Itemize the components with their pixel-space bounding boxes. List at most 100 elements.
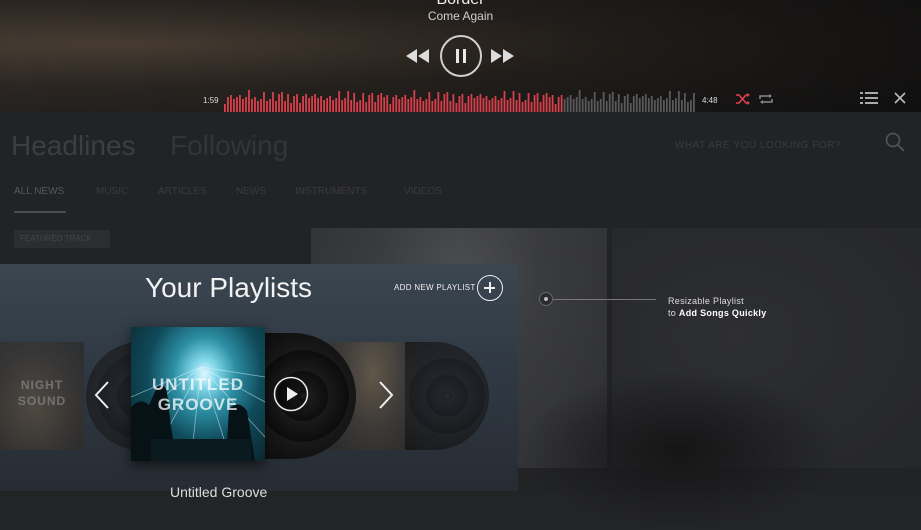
subtab-news[interactable]: NEWS <box>236 186 266 197</box>
waveform-bar <box>320 96 322 112</box>
waveform-bar <box>518 93 521 112</box>
playlists-heading: Your Playlists <box>145 272 313 303</box>
waveform-bar <box>644 94 647 112</box>
playback-controls <box>406 35 516 77</box>
waveform-bar <box>329 96 332 112</box>
carousel-next-button[interactable] <box>376 380 396 415</box>
cover-title: SOUND <box>17 394 67 408</box>
waveform-bar <box>440 101 443 112</box>
waveform-bar <box>326 98 329 112</box>
waveform-bar <box>632 96 635 112</box>
close-player-button[interactable] <box>894 91 906 109</box>
waveform-bar <box>473 98 476 112</box>
play-icon <box>273 376 309 412</box>
waveform-bar <box>602 92 605 112</box>
search-button[interactable] <box>885 132 905 157</box>
waveform-bar <box>593 92 596 112</box>
waveform-bar <box>371 93 374 112</box>
waveform-bar <box>266 101 268 112</box>
waveform-bar <box>377 95 380 112</box>
waveform-bar <box>398 99 401 112</box>
waveform-bar <box>392 97 395 112</box>
waveform-bar <box>626 94 629 112</box>
track-title: Border <box>0 0 921 9</box>
waveform-bar <box>410 97 413 112</box>
shuffle-button[interactable] <box>736 92 750 110</box>
waveform-seekbar[interactable] <box>224 90 696 112</box>
waveform-bar <box>362 93 365 112</box>
waveform-bar <box>416 99 419 112</box>
playlist-cover-previous[interactable]: NIGHT SOUND <box>0 342 84 450</box>
add-playlist-label[interactable]: ADD NEW PLAYLIST <box>394 283 476 292</box>
chevron-left-icon <box>94 381 109 409</box>
featured-track-badge: FEATURED TRACK <box>14 230 110 248</box>
waveform-bar <box>296 94 298 112</box>
play-playlist-button[interactable] <box>273 376 309 417</box>
waveform-bar <box>530 102 533 112</box>
waveform-bar <box>317 98 319 112</box>
playlist-cover-current[interactable]: UNTITLED GROOVE <box>131 327 265 461</box>
waveform-bar <box>692 93 695 112</box>
rewind-icon <box>406 49 429 63</box>
waveform-bar <box>422 101 425 112</box>
cover-title: UNTITLED <box>151 375 245 394</box>
waveform-bar <box>383 97 386 112</box>
vinyl-record <box>405 342 489 450</box>
player-bar: Border Come Again 1:59 4:48 <box>0 0 921 112</box>
waveform-bar <box>338 91 341 112</box>
callout-line1: Resizable Playlist <box>668 296 744 306</box>
waveform-bar <box>545 93 548 112</box>
waveform-bar <box>599 99 602 112</box>
waveform-bar <box>230 95 232 112</box>
subtab-articles[interactable]: ARTICLES <box>158 186 207 197</box>
waveform-bar <box>680 100 683 112</box>
repeat-button[interactable] <box>759 92 773 110</box>
subtab-music[interactable]: MUSIC <box>96 186 128 197</box>
tab-headlines[interactable]: Headlines <box>11 130 136 162</box>
waveform-bar <box>308 98 310 112</box>
waveform-bar <box>689 100 692 112</box>
waveform-bar <box>290 103 292 112</box>
waveform-bar <box>350 100 353 112</box>
subtab-all-news[interactable]: ALL NEWS <box>14 186 64 197</box>
waveform-bar <box>356 102 359 112</box>
waveform-bar <box>236 97 238 112</box>
pause-button[interactable] <box>440 35 482 77</box>
waveform-bar <box>368 95 371 112</box>
previous-button[interactable] <box>406 35 430 77</box>
queue-button[interactable] <box>860 91 878 110</box>
waveform-bar <box>302 96 304 112</box>
tab-following[interactable]: Following <box>170 130 288 162</box>
waveform-bar <box>263 92 265 112</box>
waveform-bar <box>590 99 593 112</box>
waveform-bar <box>260 99 262 112</box>
waveform-bar <box>395 95 398 112</box>
callout-line <box>546 299 656 300</box>
waveform-bar <box>482 98 485 112</box>
waveform-bar <box>458 96 461 112</box>
subtab-instruments[interactable]: INSTRUMENTS <box>295 186 367 197</box>
search-input[interactable]: WHAT ARE YOU LOOKING FOR? <box>675 140 841 151</box>
callout-bold: Add Songs Quickly <box>678 308 767 318</box>
waveform-bar <box>662 100 665 112</box>
waveform-bar <box>389 104 392 112</box>
callout-prefix: to <box>668 308 679 318</box>
waveform-bar <box>614 101 617 112</box>
waveform-bar <box>314 94 316 112</box>
waveform-bar <box>665 98 668 112</box>
search-icon <box>885 132 905 152</box>
waveform-bar <box>470 94 473 112</box>
waveform-bar <box>248 90 250 112</box>
carousel-prev-button[interactable] <box>92 380 112 415</box>
next-button[interactable] <box>490 35 514 77</box>
waveform-bar <box>386 95 389 112</box>
waveform-bar <box>497 100 500 112</box>
waveform-bar <box>638 98 641 112</box>
repeat-icon <box>759 94 773 104</box>
waveform-bar <box>485 96 488 112</box>
subtab-videos[interactable]: VIDEOS <box>404 186 442 197</box>
waveform-bar <box>488 100 491 112</box>
waveform-bar <box>464 103 467 112</box>
add-playlist-button[interactable] <box>477 275 503 301</box>
waveform-bar <box>407 99 410 112</box>
